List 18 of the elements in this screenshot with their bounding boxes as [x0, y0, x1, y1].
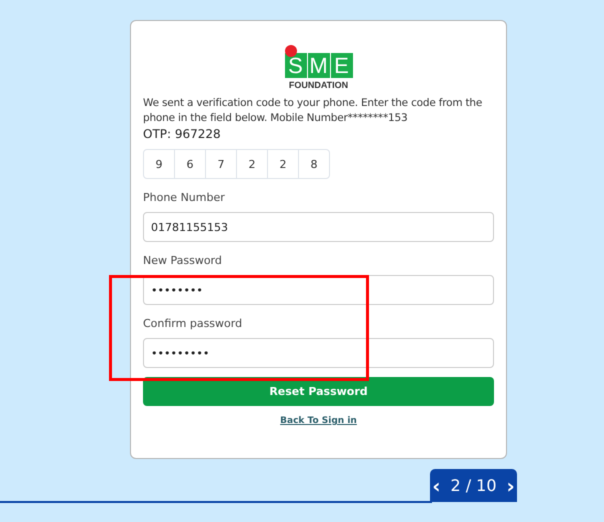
page-indicator: 2 / 10	[450, 476, 497, 495]
next-button[interactable]: ›	[506, 474, 515, 498]
input-field[interactable]: •••••••••	[143, 338, 494, 368]
instruction-text: We sent a verification code to your phone. Enter the code from the phone in the field below. Mobile Number********153	[143, 96, 484, 126]
logo-dot-icon	[284, 45, 296, 57]
field-label: Phone Number	[143, 191, 226, 204]
logo-letter: M	[308, 53, 330, 78]
input-field[interactable]: ••••••••	[143, 275, 494, 305]
field-label: Confirm password	[143, 317, 244, 330]
previous-button[interactable]: ‹	[432, 474, 440, 498]
logo-letter: E	[330, 53, 352, 78]
back-link[interactable]: Back To Sign in	[280, 416, 357, 426]
input-field[interactable]: 01781155153	[143, 212, 494, 242]
otp-text: OTP: 967228	[143, 127, 222, 141]
field-label: New Password	[143, 254, 223, 267]
logo-letter: S	[284, 53, 306, 78]
reset-password-button[interactable]: Reset Password	[143, 377, 494, 406]
logo-subtitle: FOUNDATION	[288, 80, 348, 90]
